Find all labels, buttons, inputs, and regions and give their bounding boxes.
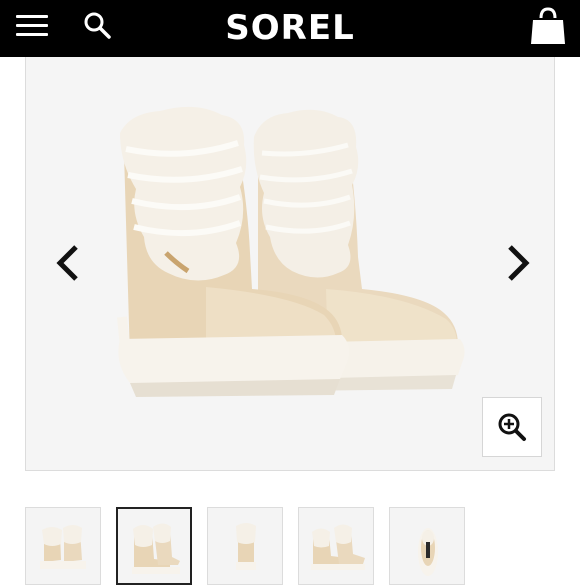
top-navigation-bar: SOREL bbox=[0, 0, 580, 57]
thumbnail-pair-front-angle[interactable] bbox=[116, 507, 192, 585]
thumbnail-pair-front[interactable] bbox=[25, 507, 101, 585]
zoom-button[interactable] bbox=[482, 397, 542, 457]
chevron-right-icon[interactable] bbox=[496, 241, 536, 285]
zoom-in-icon bbox=[498, 413, 526, 441]
thumbnail-single-top[interactable] bbox=[389, 507, 465, 585]
shopping-bag-icon[interactable] bbox=[526, 4, 570, 48]
product-image-gallery bbox=[25, 57, 555, 471]
chevron-left-icon[interactable] bbox=[50, 241, 90, 285]
thumbnail-pair-side[interactable] bbox=[298, 507, 374, 585]
thumbnail-strip bbox=[0, 507, 580, 585]
product-image bbox=[117, 106, 465, 397]
brand-logo[interactable]: SOREL bbox=[0, 6, 580, 50]
thumbnail-single-front[interactable] bbox=[207, 507, 283, 585]
